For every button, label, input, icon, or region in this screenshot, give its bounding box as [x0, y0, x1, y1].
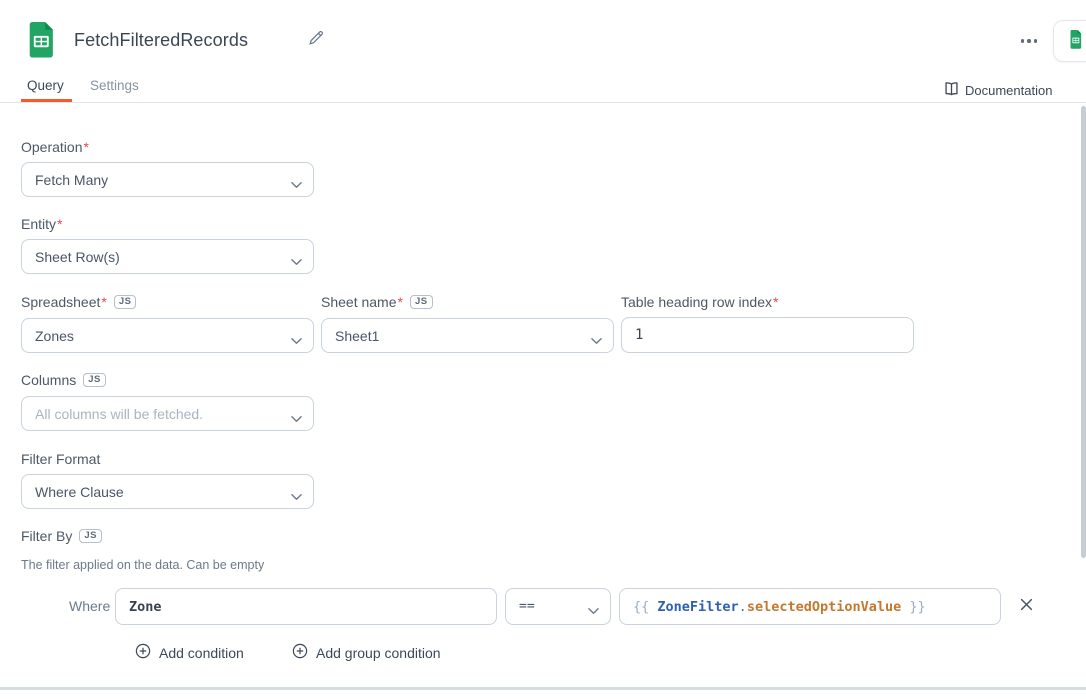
required-mark: * [83, 139, 88, 155]
js-toggle[interactable]: JS [79, 529, 102, 543]
pencil-icon [308, 30, 324, 49]
sheet-name-value: Sheet1 [335, 328, 379, 344]
condition-value-input[interactable]: {{ ZoneFilter.selectedOptionValue }} [619, 588, 1001, 625]
chevron-down-icon [588, 604, 599, 619]
sheet-name-select[interactable]: Sheet1 [321, 318, 614, 353]
entity-select[interactable]: Sheet Row(s) [21, 239, 314, 274]
ellipsis-icon [1034, 39, 1038, 43]
documentation-link[interactable]: Documentation [944, 81, 1052, 99]
plus-circle-icon [135, 643, 151, 662]
columns-select[interactable]: All columns will be fetched. [21, 396, 314, 431]
binding-brace: {{ [633, 599, 657, 615]
table-heading-row-index-label: Table heading row index* [621, 294, 778, 310]
page-title: FetchFilteredRecords [74, 30, 248, 51]
condition-operator-select[interactable]: == [505, 588, 611, 625]
binding-brace: }} [901, 599, 925, 615]
operation-label: Operation* [21, 139, 89, 155]
spreadsheet-label: Spreadsheet* JS [21, 294, 136, 310]
required-mark: * [101, 294, 106, 310]
condition-operator-value: == [519, 599, 535, 614]
remove-condition-button[interactable] [1016, 596, 1036, 616]
filter-format-label: Filter Format [21, 451, 100, 467]
chevron-down-icon [591, 332, 602, 348]
entity-label: Entity* [21, 216, 62, 232]
columns-label: Columns JS [21, 372, 106, 388]
pane-bottom-divider [0, 687, 1086, 690]
chevron-down-icon [291, 332, 302, 348]
required-mark: * [773, 294, 778, 310]
required-mark: * [57, 216, 62, 232]
vertical-scrollbar[interactable] [1081, 106, 1086, 558]
documentation-label: Documentation [965, 83, 1052, 98]
add-condition-label: Add condition [159, 645, 244, 661]
ellipsis-icon [1021, 39, 1025, 43]
operation-value: Fetch Many [35, 172, 108, 188]
filter-format-select[interactable]: Where Clause [21, 474, 314, 509]
chevron-down-icon [291, 253, 302, 269]
binding-dot: . [739, 599, 747, 615]
more-options-button[interactable] [1016, 33, 1042, 49]
binding-object: ZoneFilter [657, 599, 738, 615]
chevron-down-icon [291, 176, 302, 192]
table-heading-row-index-input[interactable] [621, 317, 914, 353]
filter-format-value: Where Clause [35, 484, 124, 500]
close-icon [1020, 598, 1033, 614]
chevron-down-icon [291, 410, 302, 426]
spreadsheet-value: Zones [35, 328, 74, 344]
add-group-condition-label: Add group condition [316, 645, 441, 661]
google-sheets-icon [22, 21, 59, 63]
entity-value: Sheet Row(s) [35, 249, 120, 265]
required-mark: * [398, 294, 403, 310]
tab-query[interactable]: Query [27, 78, 64, 93]
google-sheets-icon [1067, 29, 1084, 53]
ellipsis-icon [1027, 39, 1031, 43]
js-toggle[interactable]: JS [410, 295, 433, 309]
filter-by-helper-text: The filter applied on the data. Can be e… [21, 558, 264, 572]
add-condition-button[interactable]: Add condition [135, 643, 244, 662]
condition-key-input[interactable] [115, 588, 497, 625]
book-icon [944, 81, 959, 99]
js-toggle[interactable]: JS [114, 295, 137, 309]
operation-select[interactable]: Fetch Many [21, 162, 314, 197]
sheet-name-label: Sheet name* JS [321, 294, 433, 310]
spreadsheet-select[interactable]: Zones [21, 318, 314, 353]
datasource-button[interactable] [1053, 20, 1086, 62]
tab-settings[interactable]: Settings [90, 78, 139, 93]
tabs-divider [0, 102, 1086, 103]
binding-property: selectedOptionValue [747, 599, 901, 615]
columns-placeholder: All columns will be fetched. [35, 406, 203, 422]
rename-query-button[interactable] [306, 29, 326, 49]
plus-circle-icon [292, 643, 308, 662]
add-group-condition-button[interactable]: Add group condition [292, 643, 441, 662]
query-editor-pane: FetchFilteredRecords Query Settings [0, 0, 1086, 699]
chevron-down-icon [291, 488, 302, 504]
js-toggle[interactable]: JS [83, 373, 106, 387]
where-label: Where [69, 598, 110, 614]
filter-by-label: Filter By JS [21, 528, 102, 544]
